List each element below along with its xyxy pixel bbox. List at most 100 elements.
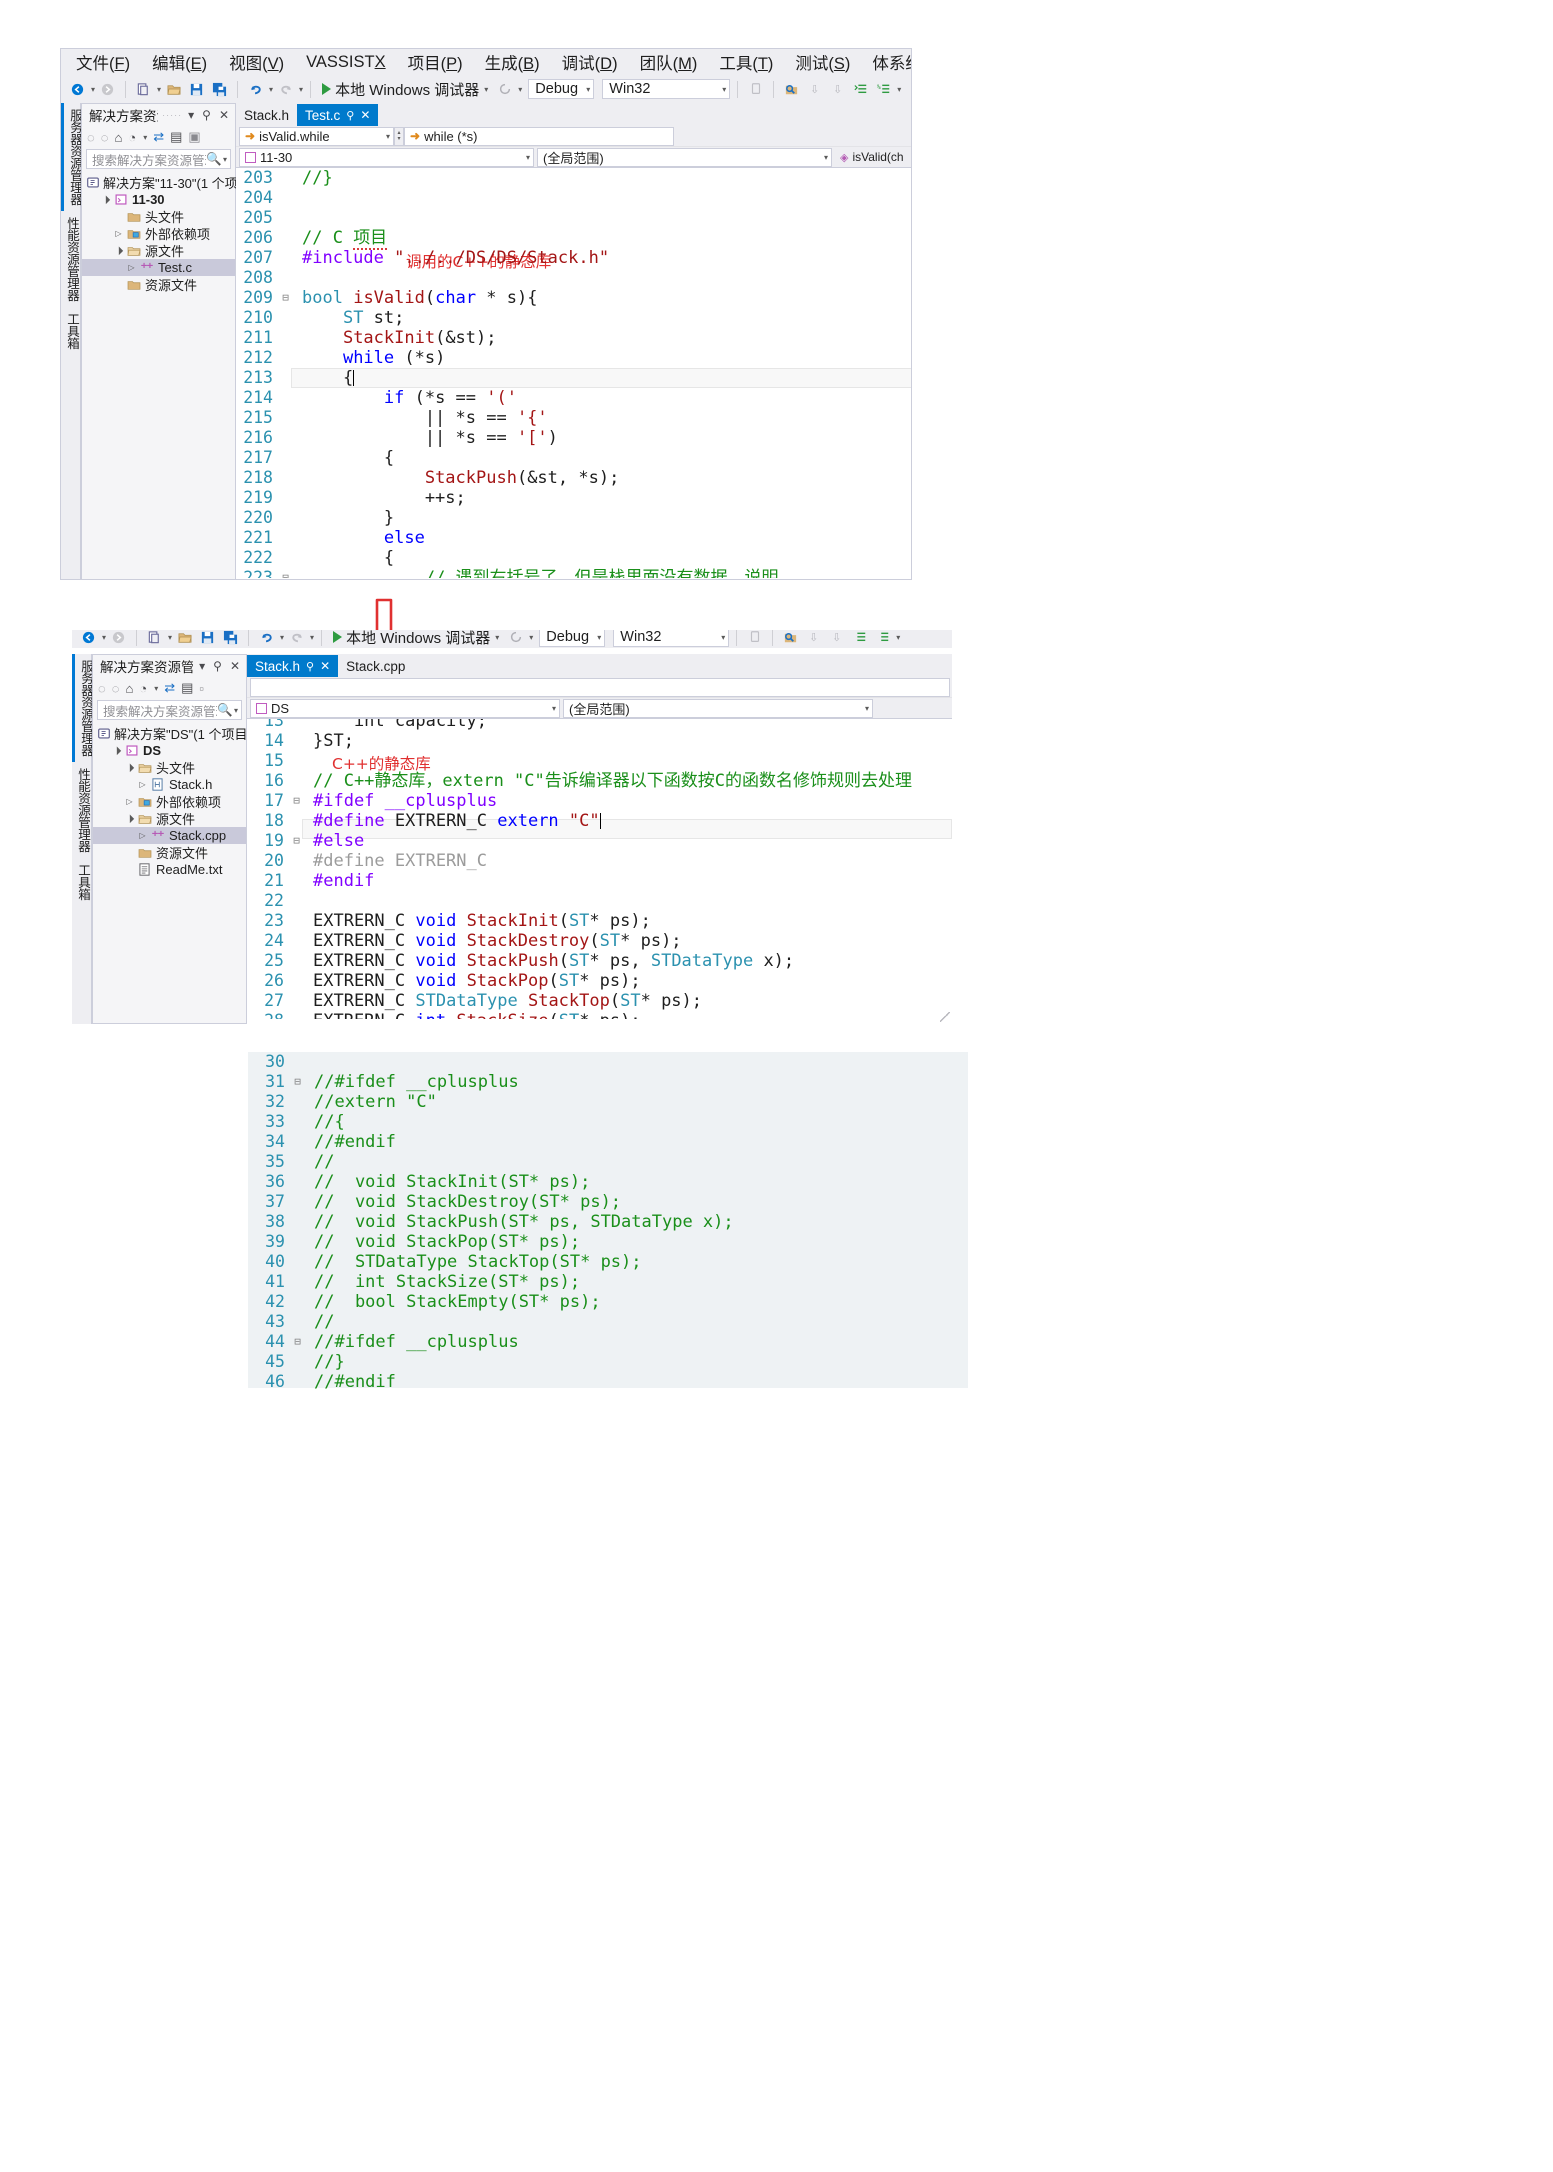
new-project-caret-icon[interactable]: ▾	[157, 85, 161, 94]
indent-icon[interactable]	[850, 79, 871, 99]
code-line-16[interactable]: 16 // C++静态库，extern "C"告诉编译器以下函数按C的函数名修饰规…	[247, 771, 952, 791]
solution-configuration-select[interactable]: Debug ▾	[539, 630, 606, 647]
chevron-down-icon[interactable]: ▾	[552, 704, 556, 713]
properties-icon[interactable]: ▫	[199, 681, 204, 696]
code-line-21[interactable]: 21 #endif	[247, 871, 952, 891]
code-line-217[interactable]: 217 {	[236, 448, 911, 468]
window-menu-icon[interactable]: ▾	[186, 108, 196, 122]
code-line-31[interactable]: 31 ⊟ //#ifdef __cplusplus	[248, 1072, 968, 1092]
navigate-backward-caret-icon[interactable]: ▾	[102, 633, 106, 642]
code-line-208[interactable]: 208	[236, 268, 911, 288]
chevron-down-icon[interactable]: ▾	[154, 684, 158, 693]
code-line-44[interactable]: 44 ⊟ //#ifdef __cplusplus	[248, 1332, 968, 1352]
pin-icon[interactable]: ⚲	[306, 660, 314, 673]
code-line-43[interactable]: 43 //	[248, 1312, 968, 1332]
code-line-30[interactable]: 30	[248, 1052, 968, 1072]
chevron-down-icon[interactable]: ▾	[865, 704, 869, 713]
code-line-14[interactable]: 14}ST;	[247, 731, 952, 751]
collapse-arrow-icon[interactable]: ▷	[136, 831, 149, 840]
chevron-down-icon[interactable]: ▾	[824, 153, 828, 162]
solution-explorer-search[interactable]: 搜索解决方案资源管理器(Ctrl 🔍 ▾	[86, 149, 231, 169]
editor-tabstrip-top[interactable]: Stack.h Test.c ⚲ ✕	[236, 103, 911, 126]
code-line-203[interactable]: 203 //}	[236, 168, 911, 188]
start-debug-caret-icon[interactable]: ▾	[484, 85, 488, 94]
fold-toggle-icon[interactable]: ⊟	[291, 831, 302, 851]
menu-item-8[interactable]: 工具(T)	[708, 49, 784, 76]
code-line-218[interactable]: 218 StackPush(&st, *s);	[236, 468, 911, 488]
collapse-arrow-icon[interactable]: ▷	[125, 263, 138, 272]
editor-tabstrip-bottom[interactable]: Stack.h ⚲ ✕ Stack.cpp	[247, 654, 952, 677]
refresh-icon[interactable]: ◔	[128, 130, 136, 145]
scope-select[interactable]: (全局范围) ▾	[563, 698, 873, 718]
nav-context-select[interactable]: ➜ isValid.while ▾	[239, 126, 394, 146]
collapse-arrow-icon[interactable]: ▷	[112, 229, 125, 238]
tree-item-8[interactable]: ReadMe.txt	[93, 861, 246, 878]
chevron-down-icon[interactable]: ▾	[386, 132, 390, 141]
member-select[interactable]: ◈ isValid(char * s)	[835, 148, 907, 167]
save-all-icon[interactable]	[209, 79, 230, 99]
expand-arrow-icon[interactable]: ◢	[111, 243, 127, 259]
undo-caret-icon[interactable]: ▾	[280, 633, 284, 642]
editor-tab-Stack-cpp[interactable]: Stack.cpp	[338, 655, 414, 677]
code-line-18[interactable]: 18 #define EXTRERN_C extern "C"	[247, 811, 952, 831]
tree-item-1[interactable]: ◢ 11-30	[82, 191, 235, 208]
tool-bar-top[interactable]: ▾ ▾ ▾ ▾ 本地 Windows 调试器 ▾ ▾ Debug ▾ Win32…	[61, 75, 911, 103]
search-icon[interactable]: 🔍	[217, 703, 233, 718]
code-line-212[interactable]: 212 while (*s)	[236, 348, 911, 368]
code-line-17[interactable]: 17 ⊟ #ifdef __cplusplus	[247, 791, 952, 811]
code-line-214[interactable]: 214 if (*s == '('	[236, 388, 911, 408]
fold-toggle-icon[interactable]: ⊟	[280, 568, 291, 578]
tree-item-3[interactable]: ▷ Stack.h	[93, 776, 246, 793]
tree-item-1[interactable]: ◢ DS	[93, 742, 246, 759]
save-icon[interactable]	[197, 630, 218, 647]
code-line-210[interactable]: 210 ST st;	[236, 308, 911, 328]
save-icon[interactable]	[186, 79, 207, 99]
code-line-19[interactable]: 19 ⊟ #else	[247, 831, 952, 851]
code-line-33[interactable]: 33 //{	[248, 1112, 968, 1132]
tree-item-6[interactable]: 资源文件	[82, 276, 235, 293]
solution-explorer-toolbar[interactable]: ◌ ◌ ⌂ ◔ ▾ ⇄ ▤ ▫	[93, 677, 246, 699]
solution-tree-bottom[interactable]: 解决方案"DS"(1 个项目) ◢ DS ◢ 头文件 ▷ Stack.h ▷ 外部依赖项 ◢ 源文件…	[93, 722, 252, 878]
chevron-down-icon[interactable]: ▾	[234, 706, 238, 715]
code-line-39[interactable]: 39 // void StackPop(ST* ps);	[248, 1232, 968, 1252]
tree-item-4[interactable]: ▷ 外部依赖项	[93, 793, 246, 810]
code-line-38[interactable]: 38 // void StackPush(ST* ps, STDataType x…	[248, 1212, 968, 1232]
tree-item-5[interactable]: ◢ 源文件	[93, 810, 246, 827]
save-all-icon[interactable]	[220, 630, 241, 647]
solution-platform-select[interactable]: Win32 ▾	[613, 630, 730, 647]
code-line-222[interactable]: 222 {	[236, 548, 911, 568]
undo-caret-icon[interactable]: ▾	[269, 85, 273, 94]
tree-item-0[interactable]: 解决方案"11-30"(1 个项目)	[82, 174, 255, 191]
chevron-down-icon[interactable]: ▾	[722, 85, 726, 94]
expand-arrow-icon[interactable]: ◢	[109, 743, 125, 759]
menu-item-0[interactable]: 文件(F)	[65, 49, 141, 76]
undo-icon[interactable]	[245, 79, 266, 99]
nav-context-select[interactable]	[250, 677, 950, 697]
find-in-files-icon[interactable]	[780, 630, 801, 647]
fold-toggle-icon[interactable]: ⊟	[292, 1072, 303, 1092]
navigate-backward-icon[interactable]	[78, 630, 99, 647]
fold-toggle-icon[interactable]: ⊟	[292, 1332, 303, 1352]
new-project-icon[interactable]	[144, 630, 165, 647]
code-line-25[interactable]: 25 EXTRERN_C void StackPush(ST* ps, STDat…	[247, 951, 952, 971]
code-line-209[interactable]: 209 ⊟ bool isValid(char * s){	[236, 288, 911, 308]
menu-item-4[interactable]: 项目(P)	[397, 49, 474, 76]
code-line-42[interactable]: 42 // bool StackEmpty(ST* ps);	[248, 1292, 968, 1312]
code-line-34[interactable]: 34 //#endif	[248, 1132, 968, 1152]
home-icon[interactable]: ⌂	[125, 681, 133, 696]
tree-item-7[interactable]: 资源文件	[93, 844, 246, 861]
code-line-45[interactable]: 45 //}	[248, 1352, 968, 1372]
menu-item-1[interactable]: 编辑(E)	[141, 49, 218, 76]
forward-icon[interactable]: ◌	[112, 681, 120, 696]
menu-item-5[interactable]: 生成(B)	[474, 49, 551, 76]
collapse-arrow-icon[interactable]: ▷	[136, 780, 149, 789]
nav-statement-select[interactable]: ➜ while (*s)	[404, 126, 674, 146]
close-icon[interactable]: ✕	[320, 659, 330, 673]
code-line-13[interactable]: 13 int capacity;	[247, 719, 952, 731]
chevron-down-icon[interactable]: ▾	[597, 633, 601, 642]
code-line-41[interactable]: 41 // int StackSize(ST* ps);	[248, 1272, 968, 1292]
solution-explorer-search[interactable]: 搜索解决方案资源管理器( 🔍 ▾	[97, 700, 242, 720]
code-line-215[interactable]: 215 || *s == '{'	[236, 408, 911, 428]
code-line-20[interactable]: 20 #define EXTRERN_C	[247, 851, 952, 871]
code-line-211[interactable]: 211 StackInit(&st);	[236, 328, 911, 348]
